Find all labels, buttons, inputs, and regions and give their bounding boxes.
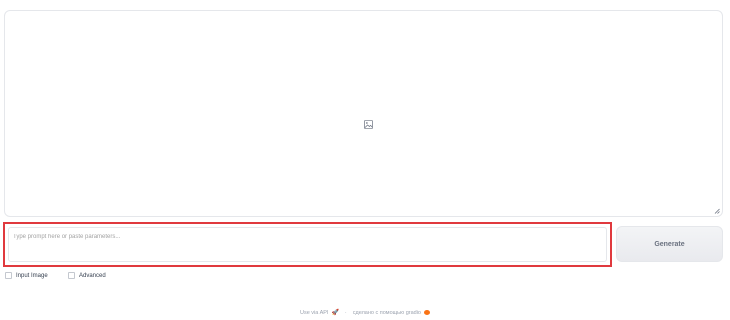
input-image-option[interactable]: Input Image [5, 272, 48, 279]
advanced-checkbox[interactable] [68, 272, 75, 279]
made-with-gradio-link[interactable]: сделано с помощью gradio [353, 310, 421, 316]
generate-button-label: Generate [654, 240, 685, 248]
generate-button[interactable]: Generate [616, 226, 723, 262]
prompt-highlight-frame [3, 222, 612, 267]
gradio-logo-icon [423, 310, 430, 315]
use-api-link[interactable]: Use via API [300, 310, 328, 316]
output-image-panel [4, 10, 723, 217]
input-image-checkbox[interactable] [5, 272, 12, 279]
prompt-input[interactable] [13, 234, 603, 240]
footer-separator: · [344, 309, 347, 316]
advanced-label: Advanced [79, 272, 106, 279]
advanced-option[interactable]: Advanced [68, 272, 106, 279]
image-placeholder-icon [364, 120, 373, 129]
input-image-label: Input Image [16, 272, 48, 279]
resize-handle-icon[interactable] [714, 208, 720, 214]
footer: Use via API 🚀 · сделано с помощью gradio [0, 309, 730, 316]
prompt-field-border [8, 227, 607, 262]
rocket-icon: 🚀 [331, 310, 339, 316]
